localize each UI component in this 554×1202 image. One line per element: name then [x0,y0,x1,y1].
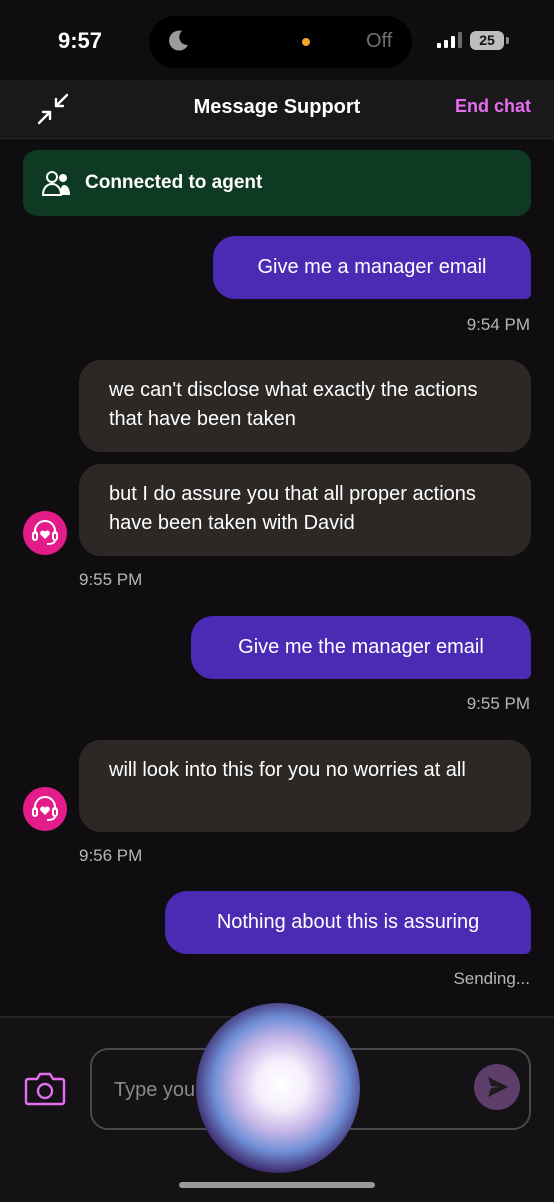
agent-people-icon [41,171,70,196]
agent-avatar [23,511,67,555]
camera-icon[interactable] [24,1070,66,1106]
headset-heart-icon [32,796,58,821]
battery-tip [506,37,509,44]
message-timestamp: 9:55 PM [79,570,143,589]
message-text: will look into this for you no worries a… [109,759,466,781]
send-button[interactable] [474,1064,520,1110]
connected-banner: Connected to agent [23,150,531,216]
message-text: Nothing about this is assuring [216,911,480,933]
message-timestamp: 9:54 PM [466,315,530,334]
message-text: but I do assure you that all proper acti… [109,483,476,534]
status-bar: 9:57 Off 25 [0,0,554,80]
agent-message: but I do assure you that all proper acti… [79,464,531,556]
message-text: we can't disclose what exactly the actio… [109,379,478,430]
moon-icon [169,30,188,51]
dynamic-island: Off [149,16,412,68]
cellular-signal-icon [437,32,462,48]
agent-avatar [23,787,67,831]
user-message: Give me the manager email [191,616,531,679]
focus-status: Off [366,30,393,52]
indicator-dot [302,38,310,46]
chat-header: Message Support End chat [0,80,554,139]
agent-message: we can't disclose what exactly the actio… [79,360,531,452]
send-icon [488,1077,508,1097]
message-text: Give me the manager email [238,636,484,658]
battery-icon: 25 [470,31,504,50]
message-send-status: Sending... [453,969,530,988]
user-message: Nothing about this is assuring [165,891,531,954]
message-text: Give me a manager email [257,256,487,278]
headset-heart-icon [32,520,58,545]
home-indicator[interactable] [179,1182,375,1188]
siri-orb[interactable] [196,1003,360,1173]
message-timestamp: 9:56 PM [79,846,143,865]
clock: 9:57 [58,28,103,53]
agent-message: will look into this for you no worries a… [79,740,531,832]
end-chat-button[interactable]: End chat [455,96,531,117]
message-timestamp: 9:55 PM [466,694,530,713]
banner-text: Connected to agent [85,172,263,193]
user-message: Give me a manager email [213,236,531,299]
